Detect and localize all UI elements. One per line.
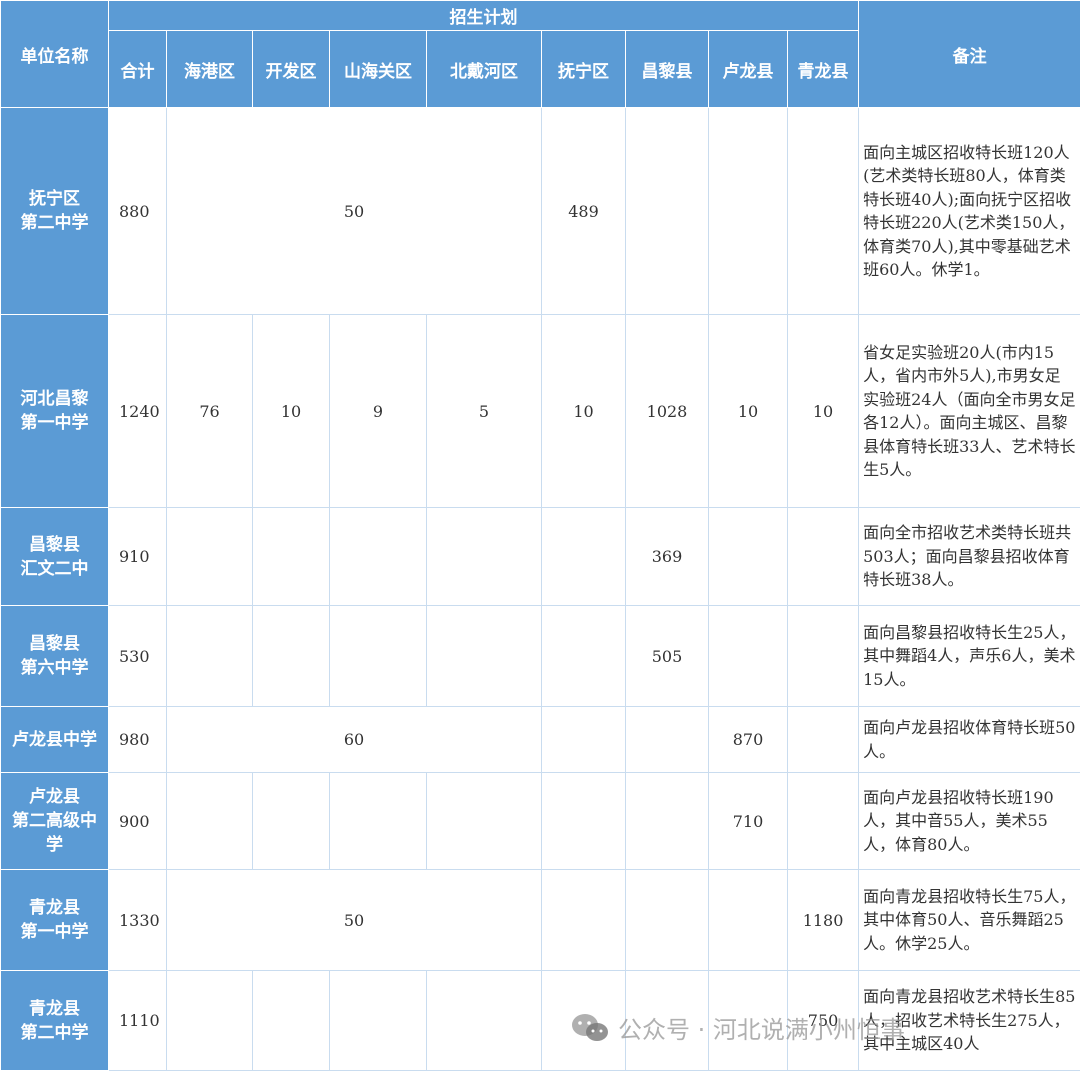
total-cell: 980: [109, 707, 167, 773]
header-plan-title: 招生计划: [109, 1, 859, 31]
table-row: 青龙县 第二中学 1110 750 面向青龙县招收艺术特长生85人，招收艺术特长…: [1, 971, 1080, 1071]
header-district: 昌黎县: [626, 31, 709, 108]
local-quota-cell: 505: [626, 606, 709, 707]
header-district: 山海关区: [330, 31, 427, 108]
table-row: 青龙县 第一中学 1330 50 1180 面向青龙县招收特长生75人，其中体育…: [1, 870, 1080, 971]
district-quota-cell: 9: [330, 315, 427, 508]
table-row: 河北昌黎 第一中学 1240 76 10 9 5 10 1028 10 10 省…: [1, 315, 1080, 508]
district-quota-cell: 10: [788, 315, 859, 508]
total-cell: 900: [109, 773, 167, 870]
total-cell: 880: [109, 108, 167, 315]
total-cell: 910: [109, 508, 167, 606]
table-row: 昌黎县 汇文二中 910 369 面向全市招收艺术类特长班共503人；面向昌黎县…: [1, 508, 1080, 606]
school-name: 卢龙县中学: [1, 707, 109, 773]
total-cell: 1110: [109, 971, 167, 1071]
local-quota-cell: 710: [709, 773, 788, 870]
school-name: 青龙县 第一中学: [1, 870, 109, 971]
local-quota-cell: 489: [542, 108, 626, 315]
header-district: 卢龙县: [709, 31, 788, 108]
header-district: 开发区: [253, 31, 330, 108]
remarks-cell: 面向昌黎县招收特长生25人，其中舞蹈4人，声乐6人，美术15人。: [859, 606, 1080, 707]
district-quota-cell: 5: [427, 315, 542, 508]
total-cell: 1240: [109, 315, 167, 508]
table-row: 卢龙县中学 980 60 870 面向卢龙县招收体育特长班50人。: [1, 707, 1080, 773]
remarks-cell: 面向青龙县招收艺术特长生85人，招收艺术特长生275人，其中主城区40人: [859, 971, 1080, 1071]
header-unit-name: 单位名称: [1, 1, 109, 108]
local-quota-cell: 369: [626, 508, 709, 606]
shared-quota-cell: 60: [167, 707, 542, 773]
header-district: 海港区: [167, 31, 253, 108]
school-name: 昌黎县 第六中学: [1, 606, 109, 707]
local-quota-cell: 750: [788, 971, 859, 1071]
shared-quota-cell: 50: [167, 870, 542, 971]
district-quota-cell: 1028: [626, 315, 709, 508]
header-remarks: 备注: [859, 1, 1080, 108]
table-row: 昌黎县 第六中学 530 505 面向昌黎县招收特长生25人，其中舞蹈4人，声乐…: [1, 606, 1080, 707]
total-cell: 530: [109, 606, 167, 707]
header-district: 北戴河区: [427, 31, 542, 108]
school-name: 昌黎县 汇文二中: [1, 508, 109, 606]
school-name: 抚宁区 第二中学: [1, 108, 109, 315]
district-quota-cell: 10: [542, 315, 626, 508]
remarks-cell: 面向主城区招收特长班120人(艺术类特长班80人，体育类特长班40人);面向抚宁…: [859, 108, 1080, 315]
district-quota-cell: 10: [253, 315, 330, 508]
school-name: 卢龙县 第二高级中 学: [1, 773, 109, 870]
local-quota-cell: 1180: [788, 870, 859, 971]
enrollment-plan-table: 单位名称 招生计划 备注 合计 海港区 开发区 山海关区 北戴河区 抚宁区 昌黎…: [0, 0, 1080, 1071]
district-quota-cell: 76: [167, 315, 253, 508]
header-district: 青龙县: [788, 31, 859, 108]
remarks-cell: 省女足实验班20人(市内15人，省内市外5人),市男女足实验班24人（面向全市男…: [859, 315, 1080, 508]
school-name: 河北昌黎 第一中学: [1, 315, 109, 508]
remarks-cell: 面向青龙县招收特长生75人，其中体育50人、音乐舞蹈25人。休学25人。: [859, 870, 1080, 971]
total-cell: 1330: [109, 870, 167, 971]
table-row: 卢龙县 第二高级中 学 900 710 面向卢龙县招收特长班190人，其中音55…: [1, 773, 1080, 870]
district-quota-cell: 10: [709, 315, 788, 508]
remarks-cell: 面向卢龙县招收特长班190人，其中音55人，美术55人，体育80人。: [859, 773, 1080, 870]
local-quota-cell: 870: [709, 707, 788, 773]
school-name: 青龙县 第二中学: [1, 971, 109, 1071]
remarks-cell: 面向全市招收艺术类特长班共503人；面向昌黎县招收体育特长班38人。: [859, 508, 1080, 606]
header-district: 抚宁区: [542, 31, 626, 108]
shared-quota-cell: 50: [167, 108, 542, 315]
header-total: 合计: [109, 31, 167, 108]
remarks-cell: 面向卢龙县招收体育特长班50人。: [859, 707, 1080, 773]
table-row: 抚宁区 第二中学 880 50 489 面向主城区招收特长班120人(艺术类特长…: [1, 108, 1080, 315]
